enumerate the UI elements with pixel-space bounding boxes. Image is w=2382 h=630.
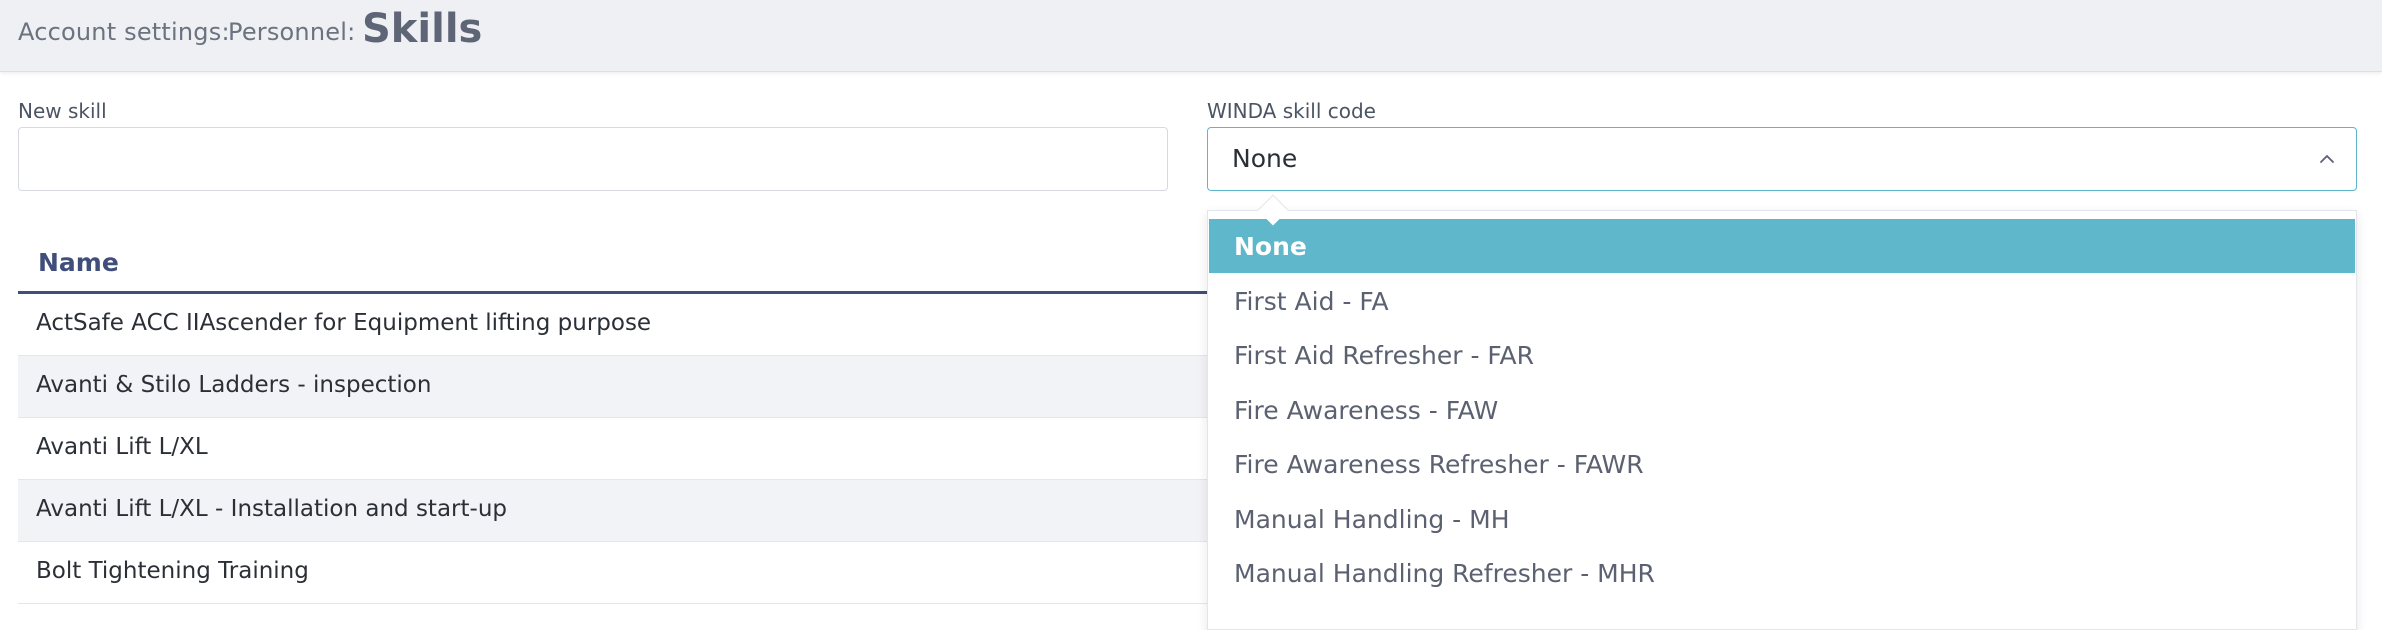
winda-selected-value: None	[1232, 144, 1298, 173]
page-title: Skills	[362, 6, 483, 52]
dropdown-option-label: Manual Handling - MH	[1234, 505, 1510, 534]
dropdown-option-label: Fire Awareness - FAW	[1234, 396, 1499, 425]
winda-skill-code-label: WINDA skill code	[1207, 99, 1376, 123]
winda-skill-code-select[interactable]: None	[1207, 127, 2357, 191]
dropdown-option-manual-handling-refresher[interactable]: Manual Handling Refresher - MHR	[1209, 546, 2355, 600]
breadcrumb-account-settings[interactable]: Account settings:	[18, 18, 230, 46]
skill-name: Bolt Tightening Training	[36, 558, 309, 584]
table-row[interactable]: Avanti & Stilo Ladders - inspection	[18, 356, 1208, 418]
dropdown-option-fire-awareness[interactable]: Fire Awareness - FAW	[1209, 383, 2355, 437]
dropdown-option-first-aid-refresher[interactable]: First Aid Refresher - FAR	[1209, 328, 2355, 382]
skill-name: ActSafe ACC IIAscender for Equipment lif…	[36, 310, 652, 336]
skill-name: Avanti Lift L/XL - Installation and star…	[36, 496, 507, 522]
dropdown-option-manual-handling[interactable]: Manual Handling - MH	[1209, 492, 2355, 546]
breadcrumb-personnel[interactable]: Personnel:	[228, 18, 355, 46]
winda-dropdown-menu: None First Aid - FA First Aid Refresher …	[1207, 210, 2357, 630]
dropdown-option-label: Manual Handling Refresher - MHR	[1234, 559, 1655, 588]
dropdown-option-label: First Aid - FA	[1234, 287, 1389, 316]
table-row[interactable]: Bolt Tightening Training	[18, 542, 1208, 604]
dropdown-option-label: None	[1234, 232, 1307, 261]
dropdown-option-first-aid[interactable]: First Aid - FA	[1209, 274, 2355, 328]
chevron-up-icon	[2320, 155, 2334, 163]
table-row[interactable]: Avanti Lift L/XL	[18, 418, 1208, 480]
dropdown-option-none[interactable]: None	[1209, 219, 2355, 273]
dropdown-option-label: Fire Awareness Refresher - FAWR	[1234, 450, 1644, 479]
dropdown-option-label: First Aid Refresher - FAR	[1234, 341, 1534, 370]
new-skill-input[interactable]	[18, 127, 1168, 191]
table-row[interactable]: ActSafe ACC IIAscender for Equipment lif…	[18, 294, 1208, 356]
column-header-name[interactable]: Name	[38, 248, 119, 277]
skill-name: Avanti Lift L/XL	[36, 434, 208, 460]
page-header: Account settings: Personnel: Skills	[0, 0, 2382, 72]
new-skill-label: New skill	[18, 99, 107, 123]
skills-table-header: Name	[18, 234, 1208, 294]
dropdown-option-fire-awareness-refresher[interactable]: Fire Awareness Refresher - FAWR	[1209, 437, 2355, 491]
table-row[interactable]: Avanti Lift L/XL - Installation and star…	[18, 480, 1208, 542]
skill-name: Avanti & Stilo Ladders - inspection	[36, 372, 432, 398]
